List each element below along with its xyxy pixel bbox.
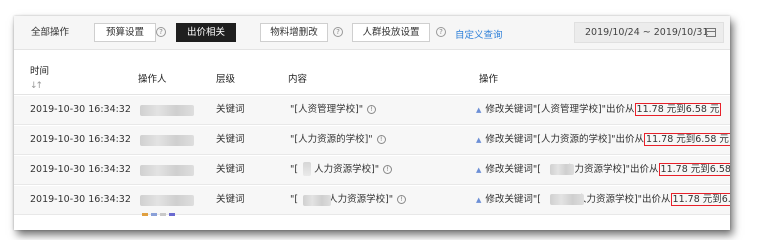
tab-material-changes[interactable]: 物料增删改 (260, 23, 328, 42)
redacted-operator (140, 195, 194, 206)
help-icon[interactable]: ? (156, 27, 166, 37)
action-cell: ▲ 修改关键词"[人资管理学校]"出价从 11.78 元到6.58 元 (476, 96, 722, 124)
level-cell: 关键词 (216, 194, 245, 205)
header-action: 操作 (479, 74, 499, 85)
edit-icon: ▲ (476, 136, 482, 144)
time-cell: 2019-10-30 16:34:32 (30, 164, 131, 175)
keyword-text: "[人力资源的学校]" (290, 134, 373, 145)
calendar-icon (706, 28, 716, 37)
keyword-text: 人力资源学校]" (314, 164, 380, 175)
time-cell: 2019-10-30 16:34:32 (30, 134, 131, 145)
redacted-keyword (303, 162, 311, 176)
sort-icon[interactable]: ↓↑ (30, 81, 43, 91)
redacted-operator (140, 135, 194, 146)
bid-change-highlight: 11.78 元到6.58 元 (670, 193, 730, 206)
custom-query-link[interactable]: 自定义查询 (455, 27, 503, 41)
bid-change-highlight: 11.78 元到6.58 元 (644, 133, 730, 146)
operation-log-panel: 全部操作 预算设置 ? 出价相关 物料增删改 ? 人群投放设置 ? 自定义查询 … (14, 16, 730, 230)
redacted-operator (140, 105, 194, 116)
header-content: 内容 (288, 74, 308, 85)
content-cell: "[人力资源的学校]"! (290, 126, 386, 154)
table-row: 2019-10-30 16:34:32 关键词 "[ 人力资源学校]"! ▲ 修改关… (14, 156, 730, 185)
table-row: 2019-10-30 16:34:32 关键词 "[人资管理学校]"! ▲ 修改关… (14, 96, 730, 125)
tab-audience-settings[interactable]: 人群投放设置 (352, 23, 430, 42)
action-cell: ▲修改关键词"[ 人力资源学校]"出价从11.78 元到6.58 元 (476, 186, 730, 214)
table-row: 2019-10-30 16:34:32 关键词 "[人力资源的学校]"! ▲ 修改… (14, 126, 730, 155)
date-range-text: 2019/10/24 ~ 2019/10/31 (585, 27, 709, 38)
level-cell: 关键词 (216, 104, 245, 115)
keyword-text: 人力资源学校]" (328, 194, 394, 205)
info-icon[interactable]: ! (367, 105, 377, 114)
keyword-text-open: "[ (290, 164, 299, 175)
keyword-text-open: "[ (290, 194, 299, 205)
bid-change-highlight: 11.78 元到6.58 元 (634, 103, 722, 116)
bid-change-highlight: 11.78 元到6.58 元 (658, 163, 730, 176)
filter-toolbar: 全部操作 预算设置 ? 出价相关 物料增删改 ? 人群投放设置 ? 自定义查询 … (14, 16, 730, 50)
help-icon[interactable]: ? (436, 27, 446, 37)
redacted-keyword (550, 194, 584, 205)
level-cell: 关键词 (216, 164, 245, 175)
keyword-text: "[人资管理学校]" (290, 104, 364, 115)
action-text-a: 修改关键词"[ (485, 164, 541, 175)
info-icon[interactable]: ! (376, 135, 386, 144)
edit-icon: ▲ (476, 196, 482, 204)
action-text: 修改关键词"[人资管理学校]"出价从 (485, 104, 635, 115)
table-row: 2019-10-30 16:34:32 关键词 "[ 人力资源学校]"! ▲ 修改关… (14, 186, 730, 216)
content-cell: "[人资管理学校]"! (290, 96, 377, 124)
action-text-a: 修改关键词"[ (485, 194, 541, 205)
time-cell: 2019-10-30 16:34:32 (30, 104, 131, 115)
redacted-avatar-strip (142, 208, 178, 216)
level-cell: 关键词 (216, 134, 245, 145)
edit-icon: ▲ (476, 166, 482, 174)
action-text: 修改关键词"[人力资源的学校]"出价从 (485, 134, 645, 145)
redacted-keyword (303, 195, 331, 206)
tab-bid-related[interactable]: 出价相关 (176, 23, 236, 42)
header-operator: 操作人 (138, 74, 167, 85)
time-cell: 2019-10-30 16:34:32 (30, 194, 131, 205)
date-range-picker[interactable]: 2019/10/24 ~ 2019/10/31 (574, 22, 724, 43)
table-header: 时间 ↓↑ 操作人 层级 内容 操作 (14, 51, 730, 95)
info-icon[interactable]: ! (397, 195, 407, 204)
redacted-keyword (550, 164, 574, 175)
info-icon[interactable]: ! (383, 165, 393, 174)
action-cell: ▲修改关键词"[ 人力资源学校]"出价从11.78 元到6.58 元 (476, 156, 730, 184)
tab-all-operations[interactable]: 全部操作 (22, 23, 78, 42)
header-time: 时间 (30, 66, 50, 77)
tab-budget-settings[interactable]: 预算设置 (94, 23, 156, 42)
edit-icon: ▲ (476, 106, 482, 114)
action-cell: ▲ 修改关键词"[人力资源的学校]"出价从 11.78 元到6.58 元 (476, 126, 730, 154)
redacted-operator (140, 165, 194, 176)
header-level: 层级 (216, 74, 236, 85)
action-text-b: 人力资源学校]"出价从 (576, 194, 671, 205)
help-icon[interactable]: ? (333, 27, 343, 37)
action-text-b: 人力资源学校]"出价从 (564, 164, 659, 175)
